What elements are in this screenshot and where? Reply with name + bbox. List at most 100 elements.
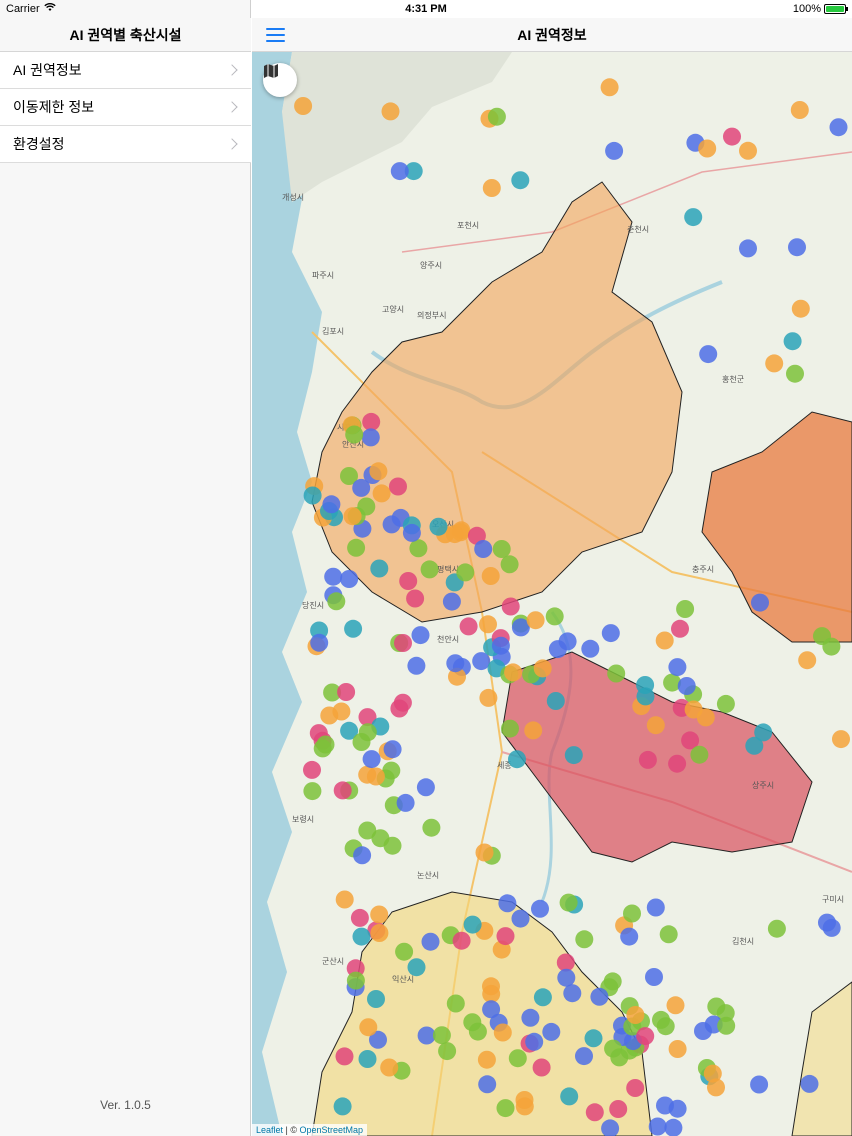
facility-marker[interactable]	[584, 1029, 603, 1048]
facility-marker[interactable]	[605, 141, 624, 160]
facility-marker[interactable]	[346, 971, 365, 990]
facility-marker[interactable]	[407, 958, 426, 977]
facility-marker[interactable]	[790, 101, 809, 119]
facility-marker[interactable]	[370, 559, 389, 578]
facility-marker[interactable]	[607, 664, 626, 683]
facility-marker[interactable]	[482, 179, 501, 197]
facility-marker[interactable]	[508, 1049, 527, 1068]
facility-marker[interactable]	[786, 364, 804, 383]
facility-marker[interactable]	[703, 1064, 722, 1083]
facility-marker[interactable]	[380, 1058, 399, 1077]
facility-marker[interactable]	[496, 1099, 515, 1118]
menu-icon[interactable]	[266, 28, 285, 42]
region-jecheon[interactable]	[701, 411, 852, 643]
facility-marker[interactable]	[526, 611, 545, 630]
facility-marker[interactable]	[416, 778, 435, 797]
facility-marker[interactable]	[696, 708, 715, 727]
leaflet-link[interactable]: Leaflet	[256, 1125, 283, 1135]
facility-marker[interactable]	[557, 968, 576, 987]
facility-marker[interactable]	[475, 843, 494, 862]
facility-marker[interactable]	[601, 624, 620, 643]
facility-marker[interactable]	[636, 1027, 655, 1046]
map-view[interactable]: 개성시파주시고양시김포시의정부시양주시포천시춘천시홍천군시흥시안산시오산시평택시…	[252, 52, 852, 1136]
facility-marker[interactable]	[491, 636, 510, 655]
facility-marker[interactable]	[402, 523, 421, 542]
facility-marker[interactable]	[322, 495, 341, 514]
facility-marker[interactable]	[474, 540, 493, 558]
facility-marker[interactable]	[546, 692, 565, 710]
facility-marker[interactable]	[508, 750, 526, 769]
facility-marker[interactable]	[333, 1097, 352, 1116]
facility-marker[interactable]	[676, 600, 695, 618]
map-layers-button[interactable]	[263, 63, 297, 97]
facility-marker[interactable]	[324, 567, 343, 586]
map-canvas[interactable]: 개성시파주시고양시김포시의정부시양주시포천시춘천시홍천군시흥시안산시오산시평택시…	[252, 52, 852, 1136]
facility-marker[interactable]	[626, 1006, 645, 1024]
facility-marker[interactable]	[422, 818, 441, 837]
facility-marker[interactable]	[750, 1075, 769, 1094]
facility-marker[interactable]	[545, 607, 564, 626]
facility-marker[interactable]	[511, 171, 530, 190]
facility-marker[interactable]	[407, 656, 426, 675]
facility-marker[interactable]	[396, 793, 415, 812]
facility-marker[interactable]	[515, 1097, 534, 1116]
facility-marker[interactable]	[432, 1026, 451, 1045]
facility-marker[interactable]	[459, 617, 478, 636]
facility-marker[interactable]	[620, 927, 639, 946]
region-chungbuk[interactable]	[501, 651, 813, 863]
facility-marker[interactable]	[501, 597, 520, 616]
facility-marker[interactable]	[438, 1042, 457, 1061]
facility-marker[interactable]	[353, 846, 372, 865]
facility-marker[interactable]	[666, 996, 685, 1015]
facility-marker[interactable]	[343, 507, 362, 526]
facility-marker[interactable]	[335, 1047, 354, 1066]
facility-marker[interactable]	[358, 821, 377, 840]
facility-marker[interactable]	[500, 555, 519, 574]
facility-marker[interactable]	[783, 332, 802, 351]
facility-marker[interactable]	[335, 890, 354, 909]
facility-marker[interactable]	[370, 924, 389, 942]
facility-marker[interactable]	[751, 593, 769, 612]
region-southeast[interactable]	[791, 981, 852, 1136]
facility-marker[interactable]	[664, 1118, 683, 1136]
facility-marker[interactable]	[646, 898, 665, 917]
facility-marker[interactable]	[832, 730, 850, 749]
facility-marker[interactable]	[818, 913, 836, 932]
facility-marker[interactable]	[590, 987, 609, 1006]
facility-marker[interactable]	[409, 539, 428, 558]
facility-marker[interactable]	[383, 740, 402, 759]
facility-marker[interactable]	[739, 141, 757, 160]
facility-marker[interactable]	[479, 688, 498, 707]
facility-marker[interactable]	[352, 927, 371, 946]
sidebar-item-settings[interactable]: 환경설정	[0, 126, 251, 163]
facility-marker[interactable]	[411, 626, 430, 645]
facility-marker[interactable]	[482, 984, 501, 1003]
facility-marker[interactable]	[690, 745, 709, 764]
facility-marker[interactable]	[677, 677, 696, 695]
facility-marker[interactable]	[367, 990, 385, 1008]
facility-marker[interactable]	[445, 525, 464, 544]
facility-marker[interactable]	[707, 997, 726, 1016]
facility-marker[interactable]	[358, 765, 377, 784]
facility-marker[interactable]	[800, 1074, 819, 1093]
facility-marker[interactable]	[446, 994, 465, 1013]
facility-marker[interactable]	[478, 1075, 497, 1094]
facility-marker[interactable]	[369, 462, 388, 481]
facility-marker[interactable]	[754, 723, 773, 742]
facility-marker[interactable]	[350, 908, 369, 927]
facility-marker[interactable]	[389, 477, 407, 496]
facility-marker[interactable]	[581, 639, 600, 658]
facility-marker[interactable]	[501, 719, 519, 738]
facility-marker[interactable]	[452, 931, 471, 950]
facility-marker[interactable]	[442, 592, 461, 611]
facility-marker[interactable]	[417, 1026, 436, 1045]
facility-marker[interactable]	[429, 517, 448, 536]
facility-marker[interactable]	[362, 412, 381, 431]
facility-marker[interactable]	[716, 694, 735, 713]
facility-marker[interactable]	[362, 750, 381, 769]
facility-marker[interactable]	[798, 651, 817, 670]
facility-marker[interactable]	[372, 484, 391, 503]
facility-marker[interactable]	[395, 942, 414, 961]
facility-marker[interactable]	[358, 723, 377, 742]
facility-marker[interactable]	[533, 988, 552, 1007]
